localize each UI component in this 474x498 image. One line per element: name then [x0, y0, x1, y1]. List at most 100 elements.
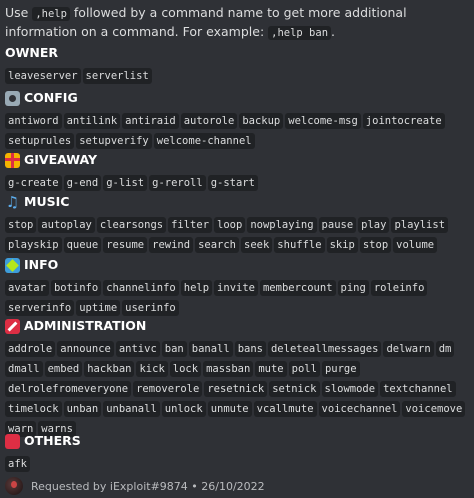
- command-list-config: antiword antilink antiraid autorole backup we…: [5, 109, 471, 149]
- command-item: help: [180, 280, 213, 296]
- command-item: jointocreate: [362, 113, 445, 129]
- section-title-others: OTHERS: [5, 432, 471, 450]
- command-item: volume: [393, 237, 438, 253]
- command-item: addrole: [5, 341, 56, 357]
- command-item: pause: [318, 217, 357, 233]
- command-item: dmall: [5, 361, 43, 377]
- command-item: poll: [288, 361, 320, 377]
- command-item: delwarn: [383, 341, 434, 357]
- command-item: vcallmute: [253, 401, 317, 417]
- command-item: leaveserver: [5, 68, 81, 84]
- section-title-text: CONFIG: [24, 90, 78, 105]
- command-item: stop: [5, 217, 37, 233]
- command-item: kick: [136, 361, 168, 377]
- command-item: playlist: [391, 217, 449, 233]
- command-item: ping: [337, 280, 369, 296]
- command-item: deleteallmessages: [267, 341, 382, 357]
- intro-text-before: Use: [5, 5, 33, 20]
- command-item: textchannel: [380, 381, 456, 397]
- command-item: nowplaying: [247, 217, 317, 233]
- section-info: INFO avatar botinfo channelinfo help invite m…: [5, 256, 471, 316]
- command-item: backup: [239, 113, 284, 129]
- intro-text: Use ,help followed by a command name to …: [5, 4, 467, 42]
- command-item: removerole: [133, 381, 203, 397]
- section-title-music: ♫ MUSIC: [5, 193, 471, 211]
- command-item: antiword: [5, 113, 62, 129]
- section-config: CONFIG antiword antilink antiraid autorole b…: [5, 89, 471, 149]
- command-item: setnick: [269, 381, 320, 397]
- command-item: embed: [44, 361, 83, 377]
- command-item: welcome-msg: [285, 113, 361, 129]
- command-item: delrolefromeveryone: [5, 381, 132, 397]
- command-item: botinfo: [50, 280, 102, 296]
- section-giveaway: GIVEAWAY g-create g-end g-list g-reroll g-st…: [5, 151, 471, 191]
- command-item: membercount: [259, 280, 336, 296]
- command-item: channelinfo: [103, 280, 179, 296]
- section-title-text: GIVEAWAY: [24, 152, 97, 167]
- section-title-text: OWNER: [5, 45, 59, 60]
- command-item: clearsongs: [96, 217, 167, 233]
- command-list-owner: leaveserver serverlist: [5, 64, 471, 84]
- command-item: bans: [234, 341, 266, 357]
- command-item: userinfo: [122, 300, 179, 316]
- command-item: autorole: [180, 113, 238, 129]
- embed-footer: Requested by iExploit#9874 • 26/10/2022: [5, 476, 265, 496]
- command-item: filter: [168, 217, 213, 233]
- command-item: antiraid: [122, 113, 179, 129]
- command-item: unlock: [161, 401, 206, 417]
- command-list-giveaway: g-create g-end g-list g-reroll g-start: [5, 171, 471, 191]
- command-item: uptime: [76, 300, 121, 316]
- section-title-info: INFO: [5, 256, 471, 274]
- command-item: serverlist: [82, 68, 152, 84]
- section-administration: ADMINISTRATION addrole announce antivc ban b…: [5, 317, 471, 437]
- command-item: g-end: [63, 175, 102, 191]
- command-item: purge: [321, 361, 360, 377]
- command-item: unbanall: [103, 401, 160, 417]
- command-list-music: stop autoplay clearsongs filter loop nowplayi…: [5, 213, 471, 253]
- command-item: antivc: [115, 341, 160, 357]
- command-item: voicemove: [402, 401, 466, 417]
- intro-text-after: .: [331, 24, 336, 39]
- command-list-others: afk: [5, 452, 471, 472]
- help-embed: Use ,help followed by a command name to …: [0, 0, 474, 498]
- requester-avatar: [5, 477, 23, 495]
- command-item: playskip: [5, 237, 62, 253]
- command-item: setupverify: [76, 133, 152, 149]
- command-item: unban: [63, 401, 102, 417]
- command-item: ban: [161, 341, 187, 357]
- command-item: mute: [255, 361, 287, 377]
- command-item: skip: [326, 237, 358, 253]
- command-item: invite: [214, 280, 258, 296]
- example-command-code: ,help ban: [268, 26, 332, 40]
- no-entry-icon: [5, 318, 20, 334]
- command-item: serverinfo: [5, 300, 75, 316]
- section-title-config: CONFIG: [5, 89, 471, 107]
- command-list-info: avatar botinfo channelinfo help invite member…: [5, 276, 471, 316]
- command-item: autoplay: [38, 217, 95, 233]
- command-item: resetnick: [204, 381, 268, 397]
- command-item: avatar: [5, 280, 49, 296]
- command-item: roleinfo: [370, 280, 428, 296]
- command-item: announce: [57, 341, 114, 357]
- command-item: voicechannel: [318, 401, 401, 417]
- beginner-badge-icon: [5, 257, 20, 273]
- command-item: banall: [188, 341, 233, 357]
- command-item: welcome-channel: [153, 133, 255, 149]
- command-item: lock: [169, 361, 202, 377]
- red-circle-icon: [5, 433, 20, 449]
- command-item: slowmode: [321, 381, 379, 397]
- command-item: queue: [63, 237, 102, 253]
- gear-icon: [5, 90, 20, 106]
- section-title-text: MUSIC: [24, 194, 70, 209]
- command-item: setuprules: [5, 133, 75, 149]
- command-item: massban: [203, 361, 254, 377]
- command-item: rewind: [149, 237, 194, 253]
- command-item: seek: [241, 237, 273, 253]
- command-item: unmute: [207, 401, 252, 417]
- help-command-code: ,help: [32, 7, 70, 21]
- command-item: loop: [214, 217, 246, 233]
- command-list-administration: addrole announce antivc ban banall bans delete…: [5, 337, 471, 437]
- command-item: g-start: [207, 175, 258, 191]
- command-item: stop: [359, 237, 392, 253]
- section-music: ♫ MUSIC stop autoplay clearsongs filter loop…: [5, 193, 471, 253]
